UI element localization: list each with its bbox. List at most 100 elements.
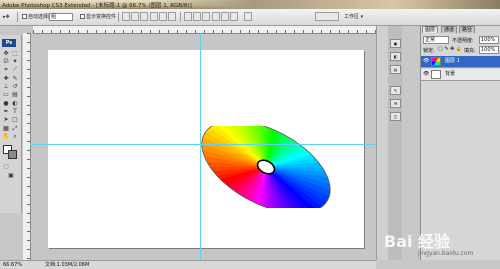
eyedropper-icon[interactable]: ⤢ [11,125,19,132]
opacity-value: 100% [481,37,496,43]
tab-label: 图层 [425,27,436,33]
layer-name: 背景 [445,71,456,77]
panel-gap [402,26,420,260]
distribute-right-button[interactable] [230,12,238,21]
distribute-vcenter-button[interactable] [193,12,201,21]
blend-mode-value: 正常 [425,37,436,43]
options-separator [17,12,18,22]
crop-tool-icon[interactable]: ⌗ [2,66,10,73]
opacity-field[interactable]: 100% [479,36,499,44]
layers-panel: 图层 通道 路径 正常 不透明度: 100% 锁定: ▢ ✎ ✥ 🔒 填充: 1… [420,26,500,260]
hand-tool-icon[interactable]: ✋ [2,133,10,140]
lock-icons[interactable]: ▢ ✎ ✥ 🔒 [438,46,462,52]
magic-wand-icon[interactable]: ✦ [11,58,19,65]
show-transform-label: 显示变换控件 [86,14,117,20]
title-bar: Adobe Photoshop CS3 Extended - [未标题-1 @ … [0,0,500,9]
align-top-button[interactable] [122,12,130,21]
panel-icon-strip [376,26,388,260]
tab-label: 通道 [444,27,455,33]
checkbox-icon [80,14,85,19]
align-right-button[interactable] [168,12,176,21]
photoshop-logo: Ps [2,39,16,47]
blend-mode-select[interactable]: 正常 [423,36,449,44]
dodge-tool-icon[interactable]: ◐ [11,100,19,107]
zoom-tool-icon[interactable]: ⌕ [11,133,19,140]
tab-label: 路径 [462,27,473,33]
visibility-eye-icon[interactable]: 👁 [423,59,429,64]
auto-align-button[interactable] [244,12,252,21]
align-vcenter-button[interactable] [131,12,139,21]
fill-label: 填充: [464,48,476,54]
layer-row-background[interactable]: 👁 背景 [421,69,500,81]
align-left-button[interactable] [150,12,158,21]
vertical-ruler[interactable] [23,33,31,260]
type-tool-icon[interactable]: T [11,108,19,115]
status-bar: 66.67% 文档:1.03M/2.06M [0,260,376,269]
options-bar: ▸✥ 自动选择图 组 显示变换控件 工作区 ▾ [0,9,500,26]
opacity-label: 不透明度: [452,38,474,44]
eraser-tool-icon[interactable]: ▭ [2,91,10,98]
gradient-tool-icon[interactable]: ▤ [11,91,19,98]
lasso-tool-icon[interactable]: ᘏ [2,58,10,65]
toolbox: Ps ✥ ⬚ ᘏ ✦ ⌗ ⟋ ✚ ✎ ⊥ ↺ ▭ ▤ ● ◐ ✒ T ➤ ▢ ▦… [0,35,22,213]
marquee-tool-icon[interactable]: ⬚ [11,50,19,57]
history-brush-icon[interactable]: ↺ [11,83,19,90]
zoom-level[interactable]: 66.67% [3,261,22,269]
layer-thumbnail [431,70,441,79]
quick-mask-icon[interactable]: ◌ [2,163,10,170]
options-separator [180,12,181,22]
move-tool-icon[interactable]: ▸✥ [3,13,10,21]
layer-row-1[interactable]: 👁 图层 1 [421,56,500,68]
notes-tool-icon[interactable]: ▦ [2,125,10,132]
blur-tool-icon[interactable]: ● [2,100,10,107]
bridge-button[interactable] [315,12,339,21]
horizontal-ruler[interactable] [33,26,376,34]
watermark-url: jingyan.baidu.com [418,250,474,257]
layer-thumbnail [431,57,441,66]
fill-field[interactable]: 100% [479,46,499,54]
healing-brush-icon[interactable]: ✚ [2,75,10,82]
tab-layers[interactable]: 图层 [422,26,439,33]
auto-select-dropdown[interactable]: 组 [49,13,73,21]
lock-label: 锁定: [423,48,435,54]
history-panel-icon[interactable]: ▤ [390,65,401,74]
layer-name: 图层 1 [445,58,460,64]
workspace-menu[interactable]: 工作区 ▾ [344,13,363,21]
brushes-panel-icon[interactable]: ✎ [390,86,401,95]
auto-select-value: 组 [51,14,57,20]
distribute-left-button[interactable] [212,12,220,21]
baidu-watermark: Bai 经验 [384,232,451,251]
align-bottom-button[interactable] [140,12,148,21]
distribute-hcenter-button[interactable] [221,12,229,21]
shape-tool-icon[interactable]: ▢ [11,116,19,123]
tab-channels[interactable]: 通道 [441,26,458,33]
tool-presets-icon[interactable]: ⚒ [390,99,401,108]
navigator-panel-icon[interactable]: ▣ [390,39,401,48]
color-panel-icon[interactable]: ◧ [390,52,401,61]
slice-tool-icon[interactable]: ⟋ [11,66,19,73]
checkbox-icon [22,14,27,19]
horizontal-guide[interactable] [30,144,376,145]
align-hcenter-button[interactable] [159,12,167,21]
canvas[interactable] [48,50,364,248]
document-info[interactable]: 文档:1.03M/2.06M [45,261,89,269]
clone-stamp-icon[interactable]: ⊥ [2,83,10,90]
workspace-label: 工作区 ▾ [344,14,364,20]
brush-tool-icon[interactable]: ✎ [11,75,19,82]
pen-tool-icon[interactable]: ✒ [2,108,10,115]
screen-mode-icon[interactable]: ▣ [7,172,15,179]
layer-comps-icon[interactable]: ◫ [390,112,401,121]
distribute-bottom-button[interactable] [202,12,210,21]
path-select-icon[interactable]: ➤ [2,116,10,123]
visibility-eye-icon[interactable]: 👁 [423,72,429,77]
move-tool-icon[interactable]: ✥ [2,50,10,57]
color-disc [196,126,336,208]
show-transform-checkbox[interactable]: 显示变换控件 [80,13,116,21]
vertical-guide[interactable] [200,33,201,260]
tab-paths[interactable]: 路径 [459,26,476,33]
background-color-swatch[interactable] [8,150,17,159]
collapsed-panels: ▣ ◧ ▤ ✎ ⚒ ◫ [388,26,402,260]
options-separator [118,12,119,22]
document-window [23,26,376,260]
distribute-top-button[interactable] [184,12,192,21]
